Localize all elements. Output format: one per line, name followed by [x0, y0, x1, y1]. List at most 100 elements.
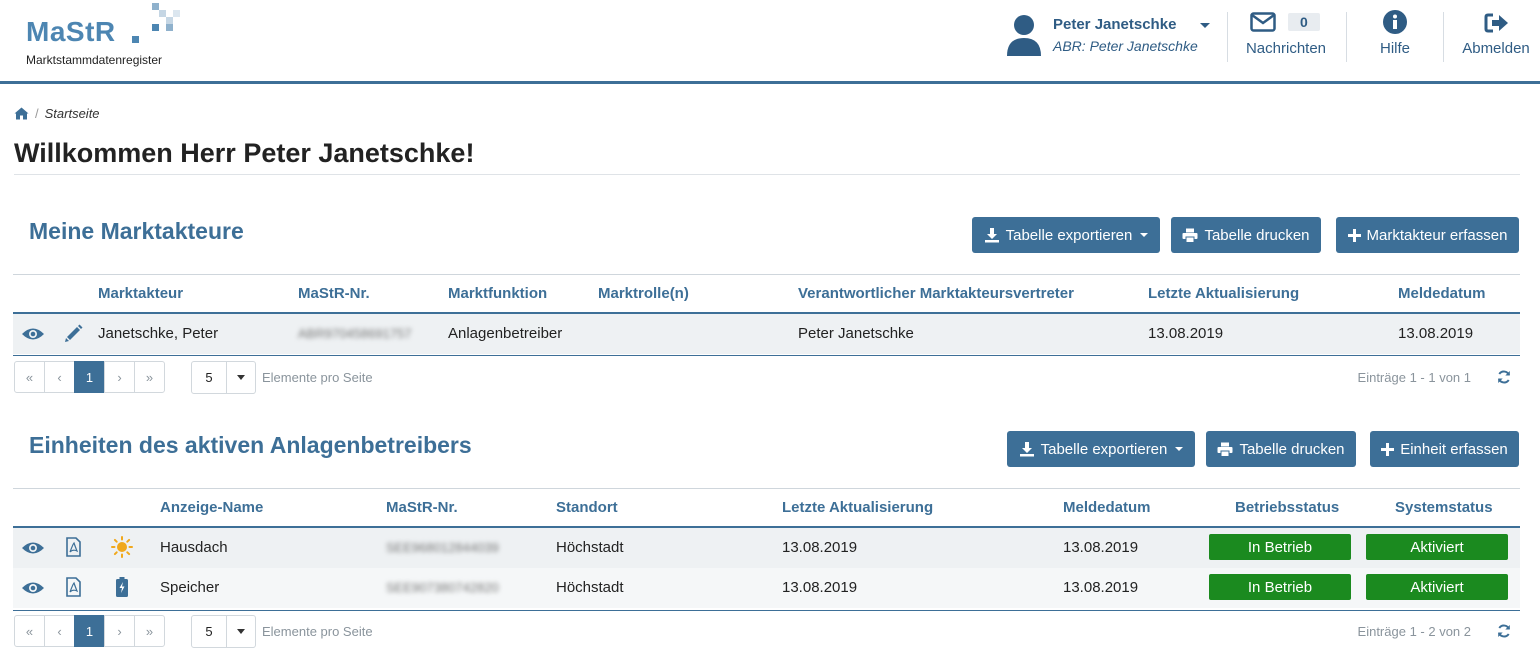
user-menu[interactable]: Peter Janetschke ABR: Peter Janetschke: [1006, 12, 1218, 72]
help-button[interactable]: Hilfe: [1360, 10, 1430, 66]
battery-icon: [116, 577, 128, 597]
messages-button[interactable]: 0 Nachrichten: [1240, 10, 1332, 66]
pdf-icon[interactable]: [66, 577, 81, 597]
table-top-rule: [13, 488, 1520, 489]
logout-label: Abmelden: [1462, 40, 1530, 57]
column-header[interactable]: Verantwortlicher Marktakteursvertreter: [798, 285, 1074, 302]
column-header[interactable]: MaStR-Nr.: [386, 499, 458, 516]
logout-button[interactable]: Abmelden: [1458, 10, 1534, 66]
column-header[interactable]: Meldedatum: [1063, 499, 1151, 516]
print-label: Tabelle drucken: [1239, 440, 1345, 458]
status-badge-betrieb: In Betrieb: [1209, 534, 1351, 560]
caret-down-icon[interactable]: [226, 616, 255, 647]
column-header[interactable]: Marktfunktion: [448, 285, 547, 302]
cell-anzeige-name: Hausdach: [160, 539, 228, 556]
cell-marktakteur: Janetschke, Peter: [98, 325, 219, 342]
top-header: MaStR Marktstammdatenregister Peter Jane…: [0, 0, 1540, 84]
header-divider: [1346, 12, 1347, 62]
mastr-logo[interactable]: MaStR Marktstammdatenregister: [26, 3, 180, 67]
prev-page-button[interactable]: ‹: [44, 361, 75, 393]
header-divider: [1227, 12, 1228, 62]
refresh-icon[interactable]: [1497, 624, 1511, 638]
pdf-icon[interactable]: [66, 537, 81, 557]
add-marktakteur-button[interactable]: Marktakteur erfassen: [1336, 217, 1519, 253]
logo-squares-icon: [126, 3, 186, 43]
pagination: « ‹ 1 › »: [14, 615, 165, 647]
cell-marktfunktion: Anlagenbetreiber: [448, 325, 563, 342]
column-header[interactable]: Standort: [556, 499, 618, 516]
breadcrumb: / Startseite: [14, 106, 100, 121]
messages-label: Nachrichten: [1245, 40, 1327, 57]
column-header[interactable]: Marktrolle(n): [598, 285, 689, 302]
table-row[interactable]: Hausdach SEE968012844039 Höchstadt 13.08…: [13, 528, 1520, 568]
last-page-button[interactable]: »: [134, 361, 165, 393]
user-icon: [1007, 15, 1041, 56]
caret-down-icon[interactable]: [226, 362, 255, 393]
entries-info: Einträge 1 - 1 von 1: [1357, 370, 1471, 385]
refresh-icon[interactable]: [1497, 370, 1511, 384]
eye-icon[interactable]: [21, 326, 45, 342]
column-header[interactable]: Marktakteur: [98, 285, 183, 302]
export-table-button[interactable]: Tabelle exportieren: [1007, 431, 1195, 467]
table-row[interactable]: Speicher SEE907380742820 Höchstadt 13.08…: [13, 568, 1520, 608]
first-page-button[interactable]: «: [14, 361, 45, 393]
cell-mastr-nr: SEE907380742820: [386, 580, 499, 595]
table-bottom-rule: [13, 355, 1520, 356]
cell-standort: Höchstadt: [556, 539, 624, 556]
page-size-value: 5: [205, 370, 213, 385]
status-badge-system: Aktiviert: [1366, 534, 1508, 560]
export-table-button[interactable]: Tabelle exportieren: [972, 217, 1160, 253]
caret-down-icon: [1140, 233, 1149, 237]
sign-out-icon: [1484, 13, 1508, 33]
download-icon: [984, 228, 999, 243]
prev-page-button[interactable]: ‹: [44, 615, 75, 647]
cell-aktualisierung: 13.08.2019: [782, 579, 858, 596]
help-label: Hilfe: [1379, 40, 1410, 57]
status-badge-betrieb: In Betrieb: [1209, 574, 1351, 600]
breadcrumb-current: Startseite: [44, 106, 100, 121]
home-icon[interactable]: [14, 107, 29, 120]
column-header[interactable]: Systemstatus: [1395, 499, 1493, 516]
einheiten-table: Anzeige-Name MaStR-Nr. Standort Letzte A…: [13, 478, 1520, 614]
page-size-select[interactable]: 5: [191, 361, 256, 394]
print-table-button[interactable]: Tabelle drucken: [1206, 431, 1356, 467]
next-page-button[interactable]: ›: [104, 615, 135, 647]
eye-icon[interactable]: [21, 580, 45, 596]
entries-info: Einträge 1 - 2 von 2: [1357, 624, 1471, 639]
page-title: Willkommen Herr Peter Janetschke!: [14, 138, 475, 168]
info-icon: [1383, 10, 1407, 34]
column-header[interactable]: Meldedatum: [1398, 285, 1486, 302]
column-header[interactable]: Letzte Aktualisierung: [782, 499, 933, 516]
page-button[interactable]: 1: [74, 615, 105, 647]
cell-meldedatum: 13.08.2019: [1063, 539, 1139, 556]
cell-aktualisierung: 13.08.2019: [782, 539, 858, 556]
eye-icon[interactable]: [21, 540, 45, 556]
export-label: Tabelle exportieren: [1040, 440, 1168, 458]
print-icon: [1182, 228, 1198, 243]
page-size-select[interactable]: 5: [191, 615, 256, 648]
add-einheit-button[interactable]: Einheit erfassen: [1370, 431, 1519, 467]
export-label: Tabelle exportieren: [1005, 226, 1133, 244]
messages-count-badge: 0: [1288, 13, 1320, 31]
print-table-button[interactable]: Tabelle drucken: [1171, 217, 1321, 253]
add-label: Einheit erfassen: [1400, 440, 1508, 458]
sun-icon: [111, 536, 133, 558]
column-header[interactable]: Betriebsstatus: [1235, 499, 1339, 516]
plus-icon: [1381, 442, 1395, 456]
table-row[interactable]: Janetschke, Peter ABR970458691757 Anlage…: [13, 314, 1520, 354]
page-button[interactable]: 1: [74, 361, 105, 393]
column-header[interactable]: MaStR-Nr.: [298, 285, 370, 302]
next-page-button[interactable]: ›: [104, 361, 135, 393]
section-title-marktakteure: Meine Marktakteure: [29, 218, 244, 244]
table-bottom-rule: [13, 610, 1520, 611]
page-size-value: 5: [205, 624, 213, 639]
chevron-down-icon[interactable]: [1200, 23, 1210, 28]
print-label: Tabelle drucken: [1204, 226, 1310, 244]
column-header[interactable]: Letzte Aktualisierung: [1148, 285, 1299, 302]
first-page-button[interactable]: «: [14, 615, 45, 647]
breadcrumb-separator: /: [35, 106, 39, 121]
column-header[interactable]: Anzeige-Name: [160, 499, 263, 516]
cell-mastr-nr: ABR970458691757: [298, 326, 412, 341]
last-page-button[interactable]: »: [134, 615, 165, 647]
pencil-icon[interactable]: [64, 324, 83, 343]
